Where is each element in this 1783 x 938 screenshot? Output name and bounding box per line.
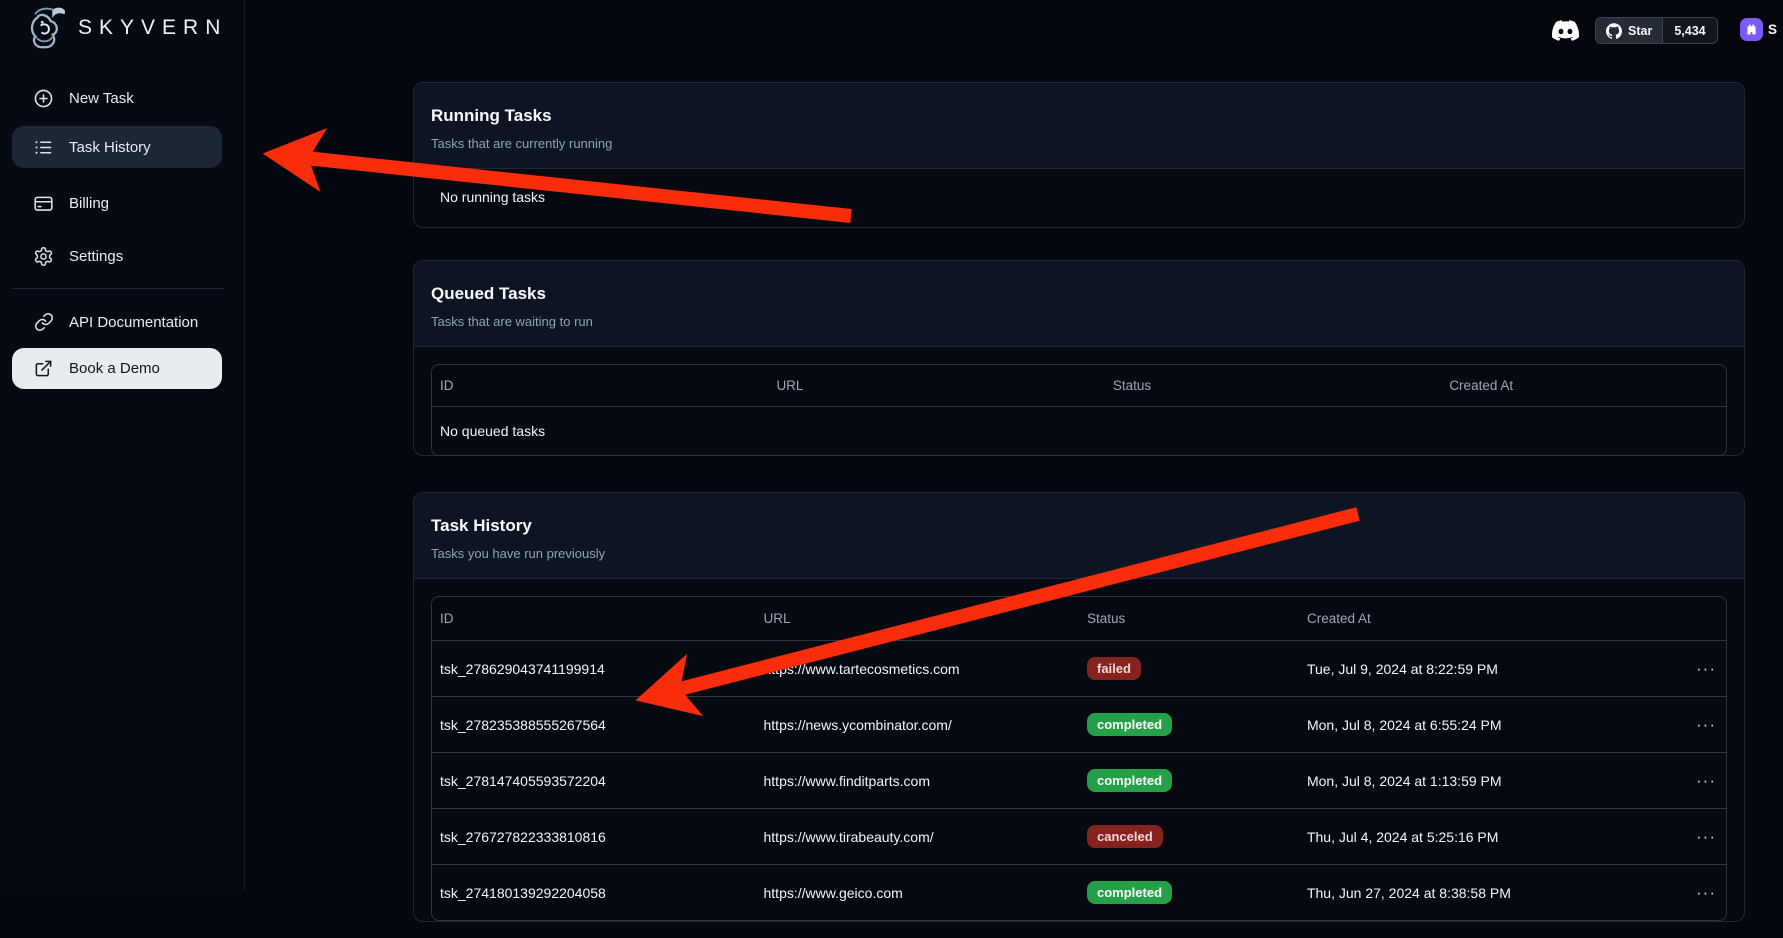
sidebar-item-task-history[interactable]: Task History [12, 126, 222, 168]
status-badge: failed [1087, 657, 1141, 680]
sidebar-item-api-documentation[interactable]: API Documentation [12, 302, 222, 342]
card-title: Queued Tasks [431, 284, 1727, 304]
table-row[interactable]: tsk_274180139292204058 https://www.geico… [432, 865, 1726, 920]
table-row[interactable]: tsk_278629043741199914 https://www.tarte… [432, 641, 1726, 697]
task-id: tsk_278235388555267564 [432, 697, 756, 753]
task-url: https://news.ycombinator.com/ [756, 697, 1080, 753]
queued-tasks-table: ID URL Status Created At No queued tasks [431, 364, 1727, 456]
task-created-at: Thu, Jul 4, 2024 at 5:25:16 PM [1299, 809, 1661, 865]
row-actions-ellipsis-icon[interactable]: ··· [1661, 753, 1726, 809]
github-octocat-icon [1606, 23, 1622, 39]
sidebar: SKYVERN New Task Task History Billing Se… [0, 0, 245, 890]
column-header-id: ID [432, 597, 756, 641]
column-header-url: URL [756, 597, 1080, 641]
brand-name: SKYVERN [78, 16, 227, 40]
table-row-empty: No queued tasks [432, 407, 1726, 455]
external-link-icon [33, 358, 54, 379]
brand-logo: SKYVERN [24, 4, 227, 52]
github-star-segment[interactable]: Star [1596, 18, 1662, 43]
column-header-id: ID [432, 365, 768, 407]
credit-card-icon [33, 193, 54, 214]
running-tasks-empty-text: No running tasks [431, 186, 1727, 208]
list-icon [33, 137, 54, 158]
status-badge: completed [1087, 881, 1172, 904]
task-url: https://www.tirabeauty.com/ [756, 809, 1080, 865]
sidebar-item-label: Settings [69, 248, 123, 265]
task-history-table: ID URL Status Created At tsk_27862904374… [431, 596, 1727, 921]
task-history-card: Task History Tasks you have run previous… [413, 492, 1745, 922]
sidebar-item-label: Task History [69, 139, 151, 156]
queued-tasks-empty-text: No queued tasks [432, 407, 1726, 455]
task-url: https://www.tartecosmetics.com [756, 641, 1080, 697]
status-badge: completed [1087, 713, 1172, 736]
column-header-status: Status [1079, 597, 1299, 641]
row-actions-ellipsis-icon[interactable]: ··· [1661, 641, 1726, 697]
queued-tasks-card: Queued Tasks Tasks that are waiting to r… [413, 260, 1745, 456]
task-id: tsk_276727822333810816 [432, 809, 756, 865]
row-actions-ellipsis-icon[interactable]: ··· [1661, 697, 1726, 753]
table-row[interactable]: tsk_278235388555267564 https://news.ycom… [432, 697, 1726, 753]
task-created-at: Thu, Jun 27, 2024 at 8:38:58 PM [1299, 865, 1661, 920]
task-history-header: Task History Tasks you have run previous… [414, 493, 1744, 579]
running-tasks-header: Running Tasks Tasks that are currently r… [414, 83, 1744, 169]
row-actions-ellipsis-icon[interactable]: ··· [1661, 809, 1726, 865]
column-header-created-at: Created At [1441, 365, 1726, 407]
user-name: S [1768, 22, 1777, 37]
sidebar-item-new-task[interactable]: New Task [12, 78, 222, 118]
task-created-at: Tue, Jul 9, 2024 at 8:22:59 PM [1299, 641, 1661, 697]
card-subtitle: Tasks that are currently running [431, 136, 1727, 151]
column-header-created-at: Created At [1299, 597, 1661, 641]
user-avatar[interactable] [1740, 18, 1763, 41]
task-id: tsk_278629043741199914 [432, 641, 756, 697]
column-header-url: URL [768, 365, 1104, 407]
task-id: tsk_278147405593572204 [432, 753, 756, 809]
sidebar-item-label: API Documentation [69, 314, 198, 331]
column-header-status: Status [1105, 365, 1441, 407]
plus-circle-icon [33, 88, 54, 109]
running-tasks-card: Running Tasks Tasks that are currently r… [413, 82, 1745, 228]
task-url: https://www.geico.com [756, 865, 1080, 920]
gear-icon [33, 246, 54, 267]
sidebar-divider [12, 288, 224, 289]
card-subtitle: Tasks you have run previously [431, 546, 1727, 561]
status-badge: completed [1087, 769, 1172, 792]
table-row[interactable]: tsk_276727822333810816 https://www.tirab… [432, 809, 1726, 865]
org-avatar-icon [1745, 23, 1758, 36]
sidebar-item-settings[interactable]: Settings [12, 236, 222, 276]
book-a-demo-button[interactable]: Book a Demo [12, 348, 222, 389]
github-star-button[interactable]: Star 5,434 [1595, 17, 1718, 44]
sidebar-item-label: Book a Demo [69, 360, 160, 377]
column-header-actions [1661, 597, 1726, 641]
task-created-at: Mon, Jul 8, 2024 at 1:13:59 PM [1299, 753, 1661, 809]
status-badge: canceled [1087, 825, 1163, 848]
card-title: Running Tasks [431, 106, 1727, 126]
sidebar-item-label: New Task [69, 90, 134, 107]
table-header-row: ID URL Status Created At [432, 365, 1726, 407]
task-url: https://www.finditparts.com [756, 753, 1080, 809]
table-header-row: ID URL Status Created At [432, 597, 1726, 641]
skyvern-dragon-logo-icon [24, 4, 70, 52]
task-id: tsk_274180139292204058 [432, 865, 756, 920]
card-title: Task History [431, 516, 1727, 536]
sidebar-item-label: Billing [69, 195, 109, 212]
card-subtitle: Tasks that are waiting to run [431, 314, 1727, 329]
link-icon [33, 312, 54, 333]
table-row[interactable]: tsk_278147405593572204 https://www.findi… [432, 753, 1726, 809]
github-star-count[interactable]: 5,434 [1662, 18, 1716, 43]
row-actions-ellipsis-icon[interactable]: ··· [1661, 865, 1726, 920]
github-star-label: Star [1628, 24, 1652, 38]
discord-icon[interactable] [1552, 17, 1579, 49]
sidebar-item-billing[interactable]: Billing [12, 183, 222, 223]
task-created-at: Mon, Jul 8, 2024 at 6:55:24 PM [1299, 697, 1661, 753]
queued-tasks-header: Queued Tasks Tasks that are waiting to r… [414, 261, 1744, 347]
